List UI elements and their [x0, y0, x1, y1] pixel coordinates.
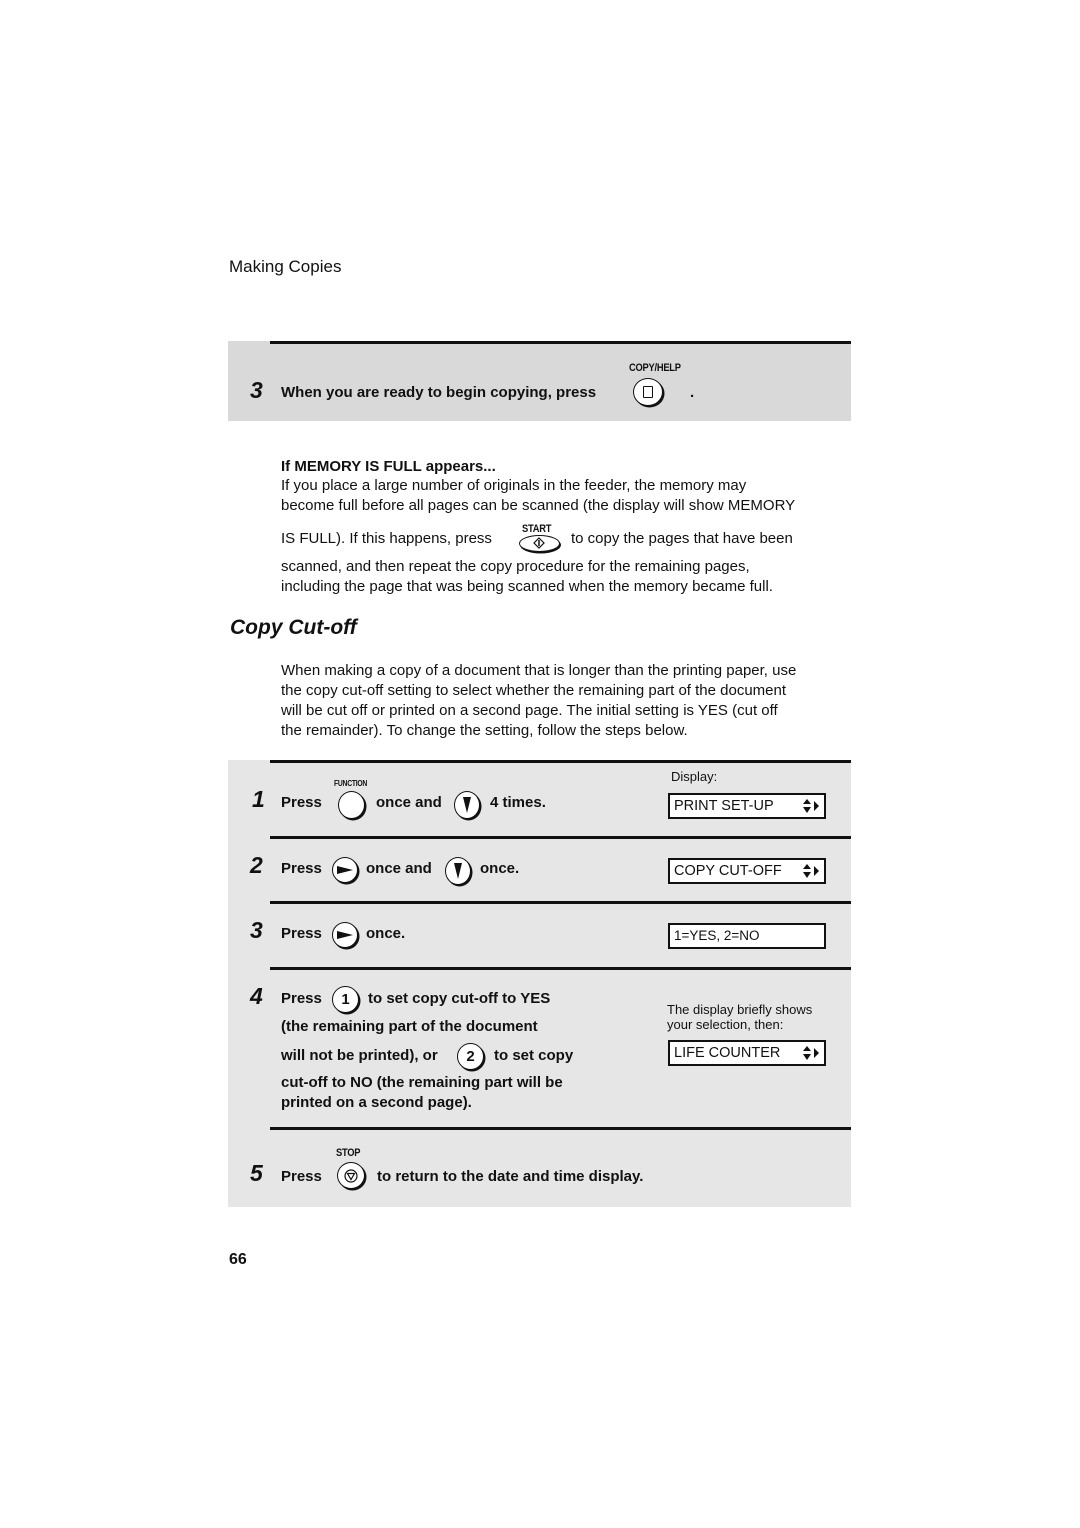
once-and-text: once and: [366, 860, 432, 877]
step5-text: to return to the date and time display.: [377, 1168, 644, 1185]
copy-help-label: COPY/HELP: [629, 362, 681, 374]
step4-line3b: to set copy: [494, 1047, 574, 1064]
once-and-text: once and: [376, 794, 442, 811]
once-text: once.: [480, 860, 520, 877]
lcd-text: 1=YES, 2=NO: [674, 928, 760, 943]
lcd-display: LIFE COUNTER: [668, 1040, 826, 1066]
step-number: 1: [252, 786, 265, 812]
step-number: 4: [250, 983, 263, 1009]
down-arrow-button[interactable]: [454, 791, 480, 819]
right-arrow-button[interactable]: [332, 857, 358, 883]
lcd-display: COPY CUT-OFF: [668, 858, 826, 884]
step-number: 3: [250, 917, 263, 943]
lcd-display: PRINT SET-UP: [668, 793, 826, 819]
step-number: 3: [250, 377, 263, 403]
press-text: Press: [281, 925, 322, 942]
start-diamond-icon: [533, 537, 545, 549]
right-arrow-icon: [337, 866, 353, 874]
right-arrow-icon: [337, 931, 353, 939]
press-text: Press: [281, 1168, 322, 1185]
display-note-2: your selection, then:: [667, 1017, 784, 1032]
stop-button[interactable]: [337, 1162, 365, 1189]
step4-line5: printed on a second page).: [281, 1094, 472, 1111]
key-1-button[interactable]: 1: [332, 986, 359, 1013]
steps-box: [228, 760, 851, 1207]
start-button[interactable]: [519, 535, 560, 552]
intro-line-3: will be cut off or printed on a second p…: [281, 702, 778, 719]
intro-line-4: the remainder). To change the setting, f…: [281, 722, 688, 739]
rule: [270, 1127, 851, 1130]
memory-full-line3a: IS FULL). If this happens, press: [281, 530, 492, 547]
rule: [270, 967, 851, 970]
scroll-arrows-icon: [803, 1046, 819, 1060]
down-arrow-icon: [463, 797, 471, 813]
down-arrow-button[interactable]: [445, 857, 471, 885]
memory-full-line3b: to copy the pages that have been: [571, 530, 793, 547]
copy-cutoff-heading: Copy Cut-off: [230, 616, 357, 639]
memory-full-line4: scanned, and then repeat the copy proced…: [281, 558, 750, 575]
period: .: [690, 384, 695, 401]
step3-box: [228, 341, 851, 421]
display-label: Display:: [671, 769, 718, 784]
memory-full-line1: If you place a large number of originals…: [281, 477, 747, 494]
rule: [270, 341, 851, 344]
step-number: 2: [250, 852, 263, 878]
lcd-text: LIFE COUNTER: [674, 1045, 781, 1061]
intro-line-1: When making a copy of a document that is…: [281, 662, 797, 679]
step4-line4: cut-off to NO (the remaining part will b…: [281, 1074, 563, 1091]
press-text: Press: [281, 794, 322, 811]
copy-page-icon: [643, 386, 653, 398]
memory-full-heading: If MEMORY IS FULL appears...: [281, 458, 496, 475]
scroll-arrows-icon: [803, 864, 819, 878]
display-note-1: The display briefly shows: [667, 1002, 813, 1017]
lcd-text: COPY CUT-OFF: [674, 863, 782, 879]
lcd-display: 1=YES, 2=NO: [668, 923, 826, 949]
step4-line3a: will not be printed), or: [281, 1047, 438, 1064]
start-label: START: [522, 523, 552, 535]
function-button[interactable]: [338, 791, 365, 819]
page-number: 66: [229, 1251, 247, 1268]
stop-label: STOP: [336, 1147, 361, 1159]
memory-full-line5: including the page that was being scanne…: [281, 578, 773, 595]
right-arrow-button[interactable]: [332, 922, 358, 948]
copy-help-button[interactable]: [633, 378, 663, 406]
times-text: 4 times.: [490, 794, 546, 811]
rule: [270, 901, 851, 904]
step4-line1: to set copy cut-off to YES: [368, 990, 551, 1007]
step4-line2: (the remaining part of the document: [281, 1018, 538, 1035]
memory-full-line2: become full before all pages can be scan…: [281, 497, 796, 514]
lcd-text: PRINT SET-UP: [674, 798, 774, 814]
rule: [270, 760, 851, 763]
step-text: When you are ready to begin copying, pre…: [281, 384, 597, 401]
stop-icon: [344, 1168, 358, 1183]
press-text: Press: [281, 990, 322, 1007]
down-arrow-icon: [454, 863, 462, 879]
once-text: once.: [366, 925, 406, 942]
press-text: Press: [281, 860, 322, 877]
key-2-label: 2: [466, 1048, 475, 1065]
step-number: 5: [250, 1160, 263, 1186]
section-title: Making Copies: [229, 257, 342, 276]
rule: [270, 836, 851, 839]
key-2-button[interactable]: 2: [457, 1043, 484, 1070]
scroll-arrows-icon: [803, 799, 819, 813]
key-1-label: 1: [341, 991, 350, 1008]
intro-line-2: the copy cut-off setting to select wheth…: [281, 682, 787, 699]
function-label: FUNCTION: [334, 779, 368, 788]
